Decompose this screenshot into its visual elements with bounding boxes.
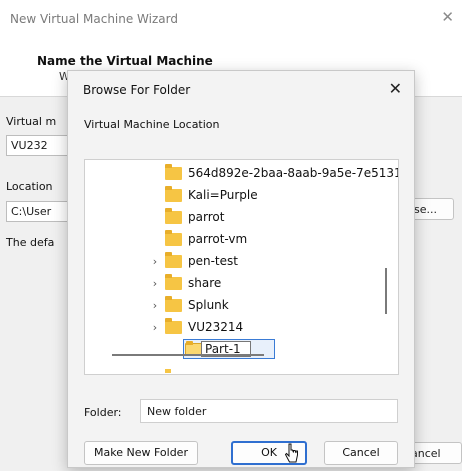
- tree-item-label: parrot-vm: [188, 232, 248, 246]
- chevron-right-icon[interactable]: ›: [148, 321, 162, 334]
- tree-item-kali-purple[interactable]: › Kali=Purple: [148, 184, 258, 206]
- tree-item-label: 564d892e-2baa-8aab-9a5e-7e513144: [188, 166, 399, 180]
- chevron-right-icon[interactable]: ›: [148, 299, 162, 312]
- horizontal-scrollbar[interactable]: [112, 354, 264, 356]
- folder-name-field[interactable]: New folder: [140, 399, 398, 423]
- wizard-close-icon[interactable]: ✕: [441, 8, 454, 26]
- wizard-heading: Name the Virtual Machine: [37, 54, 213, 68]
- tree-item-label: Kali=Purple: [188, 188, 258, 202]
- folder-icon: [165, 295, 182, 312]
- folder-tree[interactable]: › 564d892e-2baa-8aab-9a5e-7e513144 › Kal…: [84, 159, 399, 375]
- tree-item-parrot-vm[interactable]: › parrot-vm: [148, 228, 247, 250]
- dialog-description: Virtual Machine Location: [84, 118, 220, 131]
- default-location-text: The defa: [6, 236, 55, 249]
- folder-icon: [165, 207, 182, 224]
- mouse-pointer-icon: [285, 443, 298, 463]
- chevron-right-icon[interactable]: ›: [148, 277, 162, 290]
- tree-item-label: VU23214: [188, 320, 244, 334]
- browse-for-folder-dialog: Browse For Folder ✕ Virtual Machine Loca…: [67, 70, 415, 468]
- chevron-right-icon[interactable]: ›: [148, 255, 162, 268]
- dialog-title: Browse For Folder: [83, 83, 191, 97]
- vm-name-field[interactable]: VU232: [6, 135, 76, 156]
- wizard-titlebar: New Virtual Machine Wizard ✕: [0, 0, 462, 37]
- location-label: Location: [6, 180, 53, 193]
- tree-item-label: pen-test: [188, 254, 238, 268]
- tree-item-564d892e[interactable]: › 564d892e-2baa-8aab-9a5e-7e513144: [148, 162, 399, 184]
- folder-icon: [165, 317, 182, 334]
- folder-icon: [165, 163, 182, 180]
- folder-icon: [165, 273, 182, 290]
- folder-icon: [165, 185, 182, 202]
- tree-item-splunk[interactable]: › Splunk: [148, 294, 229, 316]
- tree-item-label: share: [188, 276, 222, 290]
- tree-item-parrot[interactable]: › parrot: [148, 206, 224, 228]
- vertical-scrollbar[interactable]: [385, 268, 387, 314]
- folder-label: Folder:: [84, 406, 122, 419]
- tree-item-label: parrot: [188, 210, 225, 224]
- tree-item-label: Splunk: [188, 298, 229, 312]
- partial-folder-icon: [165, 369, 171, 373]
- wizard-title: New Virtual Machine Wizard: [10, 12, 178, 26]
- folder-icon: [165, 251, 182, 268]
- location-field[interactable]: C:\User: [6, 201, 76, 222]
- tree-item-share[interactable]: › share: [148, 272, 221, 294]
- cancel-button[interactable]: Cancel: [324, 441, 398, 465]
- dialog-close-icon[interactable]: ✕: [389, 79, 402, 99]
- make-new-folder-button[interactable]: Make New Folder: [84, 441, 198, 465]
- vm-name-label: Virtual m: [6, 115, 57, 128]
- tree-item-vu23214[interactable]: › VU23214: [148, 316, 243, 338]
- tree-item-pen-test[interactable]: › pen-test: [148, 250, 238, 272]
- folder-icon: [165, 229, 182, 246]
